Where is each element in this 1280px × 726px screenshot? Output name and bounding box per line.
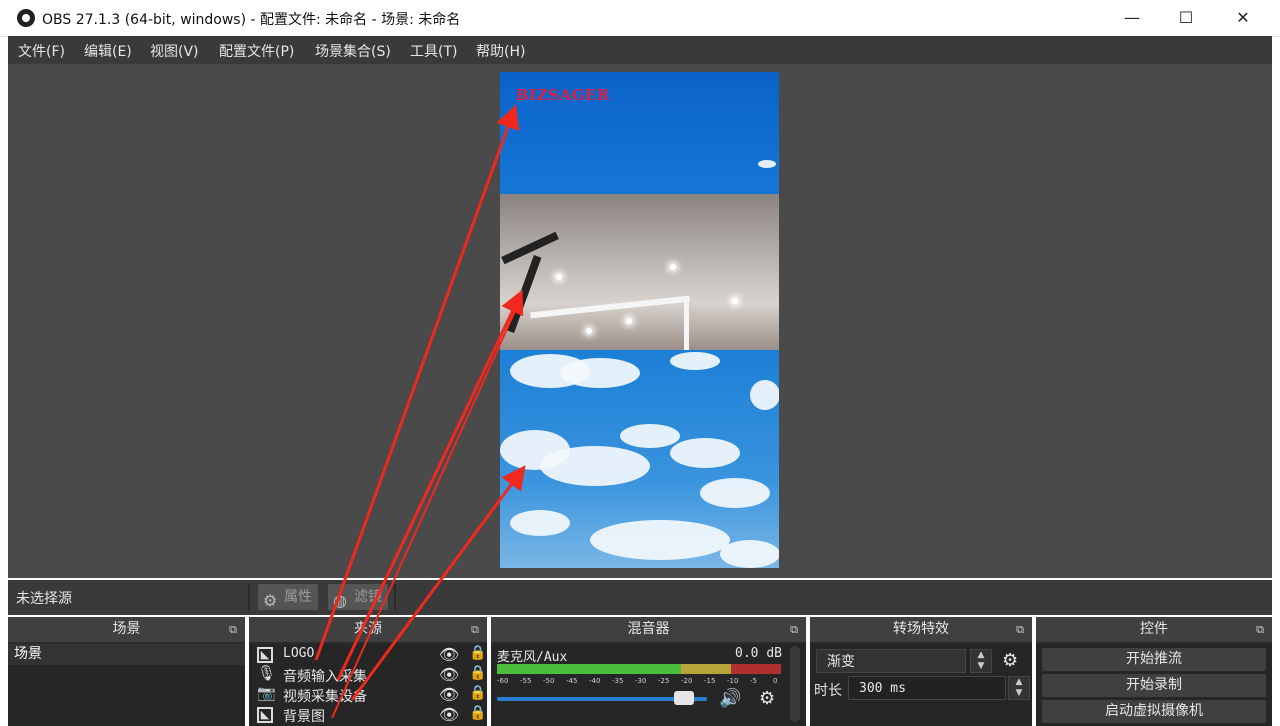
mixer-db-value: 0.0 dB [735,646,782,661]
close-button[interactable]: ✕ [1214,0,1272,36]
controls-dock-title: 控件 [1140,621,1168,637]
toolbar-divider [394,584,396,610]
visibility-eye-icon[interactable]: 👁 [439,685,459,704]
obs-logo-icon [17,9,35,27]
volume-slider[interactable] [497,691,707,705]
controls-dock: 控件 ⧉ 开始推流 开始录制 启动虚拟摄像机 [1036,617,1272,726]
no-source-selected-label: 未选择源 [16,591,72,607]
sources-dock-title: 来源 [354,621,382,637]
sources-dock: 来源 ⧉ ◣ LOGO 👁 🔒 🎙 音频输入采集 👁 🔒 📷 视频采集设备 👁 … [249,617,487,726]
menu-profile[interactable]: 配置文件(P) [219,41,294,61]
lock-icon[interactable]: 🔒 [469,665,486,681]
scene-item[interactable]: 场景 [8,644,245,665]
mixer-dock: 混音器 ⧉ 麦克风/Aux 0.0 dB -60 -55 -50 -45 -40… [491,617,806,726]
source-label: 背景图 [283,709,325,725]
menu-help[interactable]: 帮助(H) [476,41,525,61]
properties-label: 属性 [284,589,312,605]
window-title: OBS 27.1.3 (64-bit, windows) - 配置文件: 未命名… [42,12,461,28]
sources-list: ◣ LOGO 👁 🔒 🎙 音频输入采集 👁 🔒 📷 视频采集设备 👁 🔒 ◣ 背… [249,644,487,726]
scenes-list: 场景 [8,644,245,726]
transitions-dock-header: 转场特效 ⧉ [810,617,1032,642]
transitions-dock: 转场特效 ⧉ 渐变 ▲ ▼ ⚙ 时长 300 ms ▲ ▼ [810,617,1032,726]
menu-edit[interactable]: 编辑(E) [84,41,132,61]
lock-icon[interactable]: 🔒 [469,645,486,661]
mixer-dock-header: 混音器 ⧉ [491,617,806,642]
camera-icon: 📷 [257,684,276,702]
image-icon: ◣ [257,647,273,663]
background-image-region [500,350,779,568]
undock-icon[interactable]: ⧉ [471,617,479,642]
controls-body: 开始推流 开始录制 启动虚拟摄像机 [1036,644,1272,726]
start-virtual-camera-button[interactable]: 启动虚拟摄像机 [1042,700,1266,723]
mixer-scrollbar[interactable] [790,646,800,722]
gear-icon[interactable]: ⚙ [1002,650,1018,671]
duration-label: 时长 [814,683,842,699]
scenes-dock: 场景 ⧉ 场景 [8,617,245,726]
source-label: 视频采集设备 [283,689,367,705]
gear-icon: ⚙ [263,591,278,610]
toolbar-divider [248,584,250,610]
minimize-button[interactable]: — [1103,0,1161,36]
visibility-eye-icon[interactable]: 👁 [439,705,459,724]
source-item-video-capture[interactable]: 📷 视频采集设备 👁 🔒 [249,685,487,705]
source-label: LOGO [283,646,315,661]
mixer-body: 麦克风/Aux 0.0 dB -60 -55 -50 -45 -40 -35 -… [491,644,806,726]
scenes-dock-title: 场景 [112,621,141,637]
mixer-dock-title: 混音器 [627,621,670,637]
sources-dock-header: 来源 ⧉ [249,617,487,642]
start-streaming-button[interactable]: 开始推流 [1042,648,1266,671]
source-item-audio-input[interactable]: 🎙 音频输入采集 👁 🔒 [249,665,487,685]
maximize-button[interactable]: ☐ [1157,0,1215,36]
source-item-background[interactable]: ◣ 背景图 👁 🔒 [249,705,487,725]
source-item-logo[interactable]: ◣ LOGO 👁 🔒 [249,645,487,665]
image-icon: ◣ [257,707,273,723]
transition-select[interactable]: 渐变 [816,649,966,673]
visibility-eye-icon[interactable]: 👁 [439,645,459,664]
menu-view[interactable]: 视图(V) [150,41,199,61]
menu-file[interactable]: 文件(F) [18,41,65,61]
menu-bar: 文件(F) 编辑(E) 视图(V) 配置文件(P) 场景集合(S) 工具(T) … [8,36,1272,64]
chevron-updown-icon[interactable]: ▲ ▼ [970,649,992,673]
speaker-icon[interactable]: 🔊 [719,688,741,709]
filters-label: 滤镜 [354,589,382,605]
filters-button[interactable]: ◍ 滤镜 [328,584,388,610]
volume-meter [497,664,781,674]
camera-source-region [500,194,779,350]
microphone-icon: 🎙 [257,664,277,682]
duration-stepper[interactable]: ▲ ▼ [1008,676,1030,700]
gear-icon[interactable]: ⚙ [759,688,775,709]
start-recording-button[interactable]: 开始录制 [1042,674,1266,697]
menu-tools[interactable]: 工具(T) [410,41,457,61]
volume-slider-thumb[interactable] [674,691,694,705]
undock-icon[interactable]: ⧉ [1016,617,1024,642]
logo-source-region: BIZSAGER [500,72,779,194]
transitions-body: 渐变 ▲ ▼ ⚙ 时长 300 ms ▲ ▼ [810,644,1032,726]
undock-icon[interactable]: ⧉ [229,617,237,642]
undock-icon[interactable]: ⧉ [790,617,798,642]
duration-input[interactable]: 300 ms [848,676,1006,700]
transitions-dock-title: 转场特效 [893,621,949,637]
properties-button[interactable]: ⚙ 属性 [258,584,318,610]
menu-scene-collection[interactable]: 场景集合(S) [315,41,391,61]
visibility-eye-icon[interactable]: 👁 [439,665,459,684]
title-bar: OBS 27.1.3 (64-bit, windows) - 配置文件: 未命名… [0,0,1280,37]
lock-icon[interactable]: 🔒 [469,685,486,701]
meter-ticks: -60 -55 -50 -45 -40 -35 -30 -25 -20 -15 … [497,677,778,685]
mixer-channel-name: 麦克风/Aux [497,650,568,665]
logo-text: BIZSAGER [516,86,610,104]
undock-icon[interactable]: ⧉ [1256,617,1264,642]
controls-dock-header: 控件 ⧉ [1036,617,1272,642]
filter-icon: ◍ [333,591,347,610]
lock-icon[interactable]: 🔒 [469,705,486,721]
preview-canvas[interactable]: BIZSAGER [500,72,779,568]
source-label: 音频输入采集 [283,669,367,685]
scenes-dock-header: 场景 ⧉ [8,617,245,642]
source-toolbar: 未选择源 ⚙ 属性 ◍ 滤镜 [8,580,1272,615]
